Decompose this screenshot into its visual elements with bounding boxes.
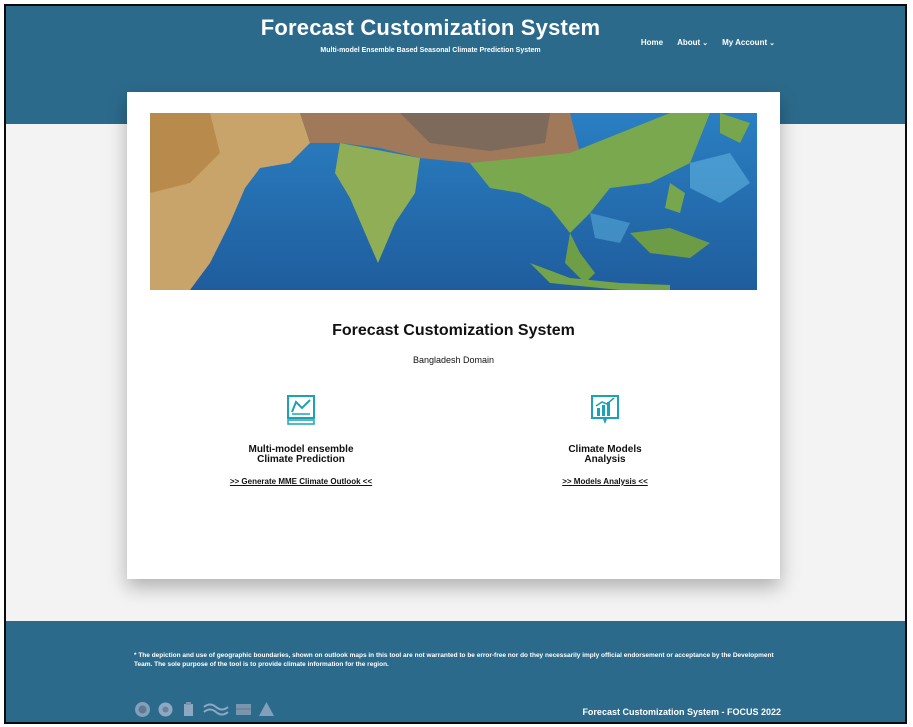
banner-map-image <box>150 113 757 290</box>
nav-home[interactable]: Home <box>641 38 663 47</box>
chevron-down-icon: ⌄ <box>702 39 709 47</box>
waves-logo <box>203 703 229 716</box>
flag-logo <box>236 704 251 715</box>
chevron-down-icon: ⌄ <box>769 39 775 47</box>
partner-logo <box>158 702 173 717</box>
nav-about[interactable]: About ⌄ <box>677 38 708 47</box>
feature-models-title: Climate Models Analysis <box>485 445 725 465</box>
institute-logo <box>184 702 193 716</box>
feature-models-title-line2: Analysis <box>584 454 626 465</box>
nav-account-label: My Account <box>722 38 768 47</box>
bar-chart-icon <box>591 395 619 424</box>
nav-about-label: About <box>677 38 701 47</box>
site-subtitle: Multi-model Ensemble Based Seasonal Clim… <box>320 47 541 54</box>
wmo-logo <box>135 702 150 717</box>
page-title: Forecast Customization System <box>332 322 575 339</box>
feature-mme: Multi-model ensemble Climate Prediction … <box>181 394 421 486</box>
content-card: Forecast Customization System Bangladesh… <box>127 92 780 579</box>
top-nav: Home About ⌄ My Account ⌄ <box>641 38 775 47</box>
partner-logos <box>134 701 275 718</box>
models-analysis-link[interactable]: >> Models Analysis << <box>485 477 725 486</box>
domain-label: Bangladesh Domain <box>412 355 495 365</box>
page-frame: Forecast Customization System Multi-mode… <box>4 4 907 724</box>
footer: * The depiction and use of geographic bo… <box>6 621 905 722</box>
feature-mme-title-line2: Climate Prediction <box>257 454 345 465</box>
disclaimer-text: * The depiction and use of geographic bo… <box>134 652 774 668</box>
feature-models-analysis: Climate Models Analysis >> Models Analys… <box>485 394 725 486</box>
rimes-logo <box>259 702 274 716</box>
chart-board-icon <box>287 395 315 425</box>
generate-mme-outlook-link[interactable]: >> Generate MME Climate Outlook << <box>181 477 421 486</box>
nav-my-account[interactable]: My Account ⌄ <box>722 38 775 47</box>
feature-mme-title: Multi-model ensemble Climate Prediction <box>181 445 421 465</box>
map-graphic <box>150 113 757 290</box>
nav-home-label: Home <box>640 38 664 47</box>
footer-copyright: Forecast Customization System - FOCUS 20… <box>582 707 781 717</box>
